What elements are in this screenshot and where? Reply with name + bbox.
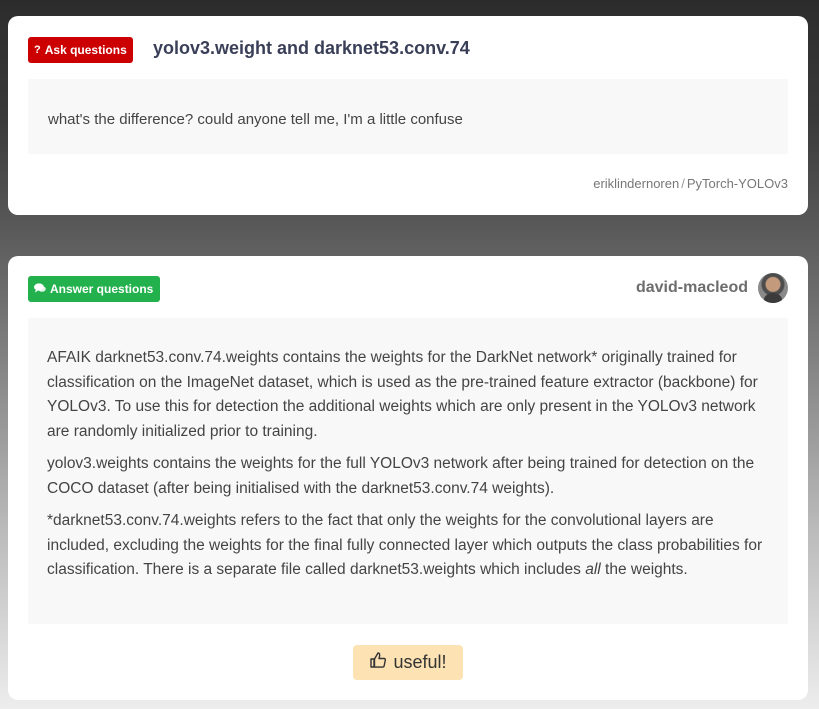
question-text: what's the difference? could anyone tell… <box>48 111 463 128</box>
repo-name[interactable]: PyTorch-YOLOv3 <box>687 176 788 191</box>
ask-questions-label: Ask questions <box>44 43 127 57</box>
useful-label: useful! <box>393 652 447 672</box>
answer-card: Answer questions david-macleod AFAIK dar… <box>8 256 808 700</box>
comments-icon <box>34 282 46 296</box>
answer-paragraph-2: yolov3.weights contains the weights for … <box>47 455 755 497</box>
useful-button[interactable]: useful! <box>353 645 463 680</box>
question-icon: ? <box>34 44 41 56</box>
question-title[interactable]: yolov3.weight and darknet53.conv.74 <box>153 38 470 59</box>
repo-separator: / <box>681 176 685 191</box>
question-card: ? Ask questions yolov3.weight and darkne… <box>8 16 808 215</box>
answer-questions-label: Answer questions <box>50 282 154 296</box>
question-body: what's the difference? could anyone tell… <box>28 79 788 154</box>
answer-paragraph-1: AFAIK darknet53.conv.74.weights contains… <box>47 349 758 440</box>
thumbs-up-icon <box>369 651 387 674</box>
answer-author[interactable]: david-macleod <box>636 273 788 303</box>
answer-questions-badge[interactable]: Answer questions <box>28 276 160 302</box>
avatar[interactable] <box>758 273 788 303</box>
answer-paragraph-3: *darknet53.conv.74.weights refers to the… <box>47 509 768 583</box>
answer-p3-emphasis: all <box>585 561 601 578</box>
answer-p3-end: the weights. <box>600 561 688 578</box>
repo-link[interactable]: eriklindernoren / PyTorch-YOLOv3 <box>593 176 788 191</box>
author-name[interactable]: david-macleod <box>636 279 748 297</box>
repo-owner[interactable]: eriklindernoren <box>593 176 679 191</box>
answer-body: AFAIK darknet53.conv.74.weights contains… <box>28 318 788 624</box>
ask-questions-badge[interactable]: ? Ask questions <box>28 37 133 63</box>
